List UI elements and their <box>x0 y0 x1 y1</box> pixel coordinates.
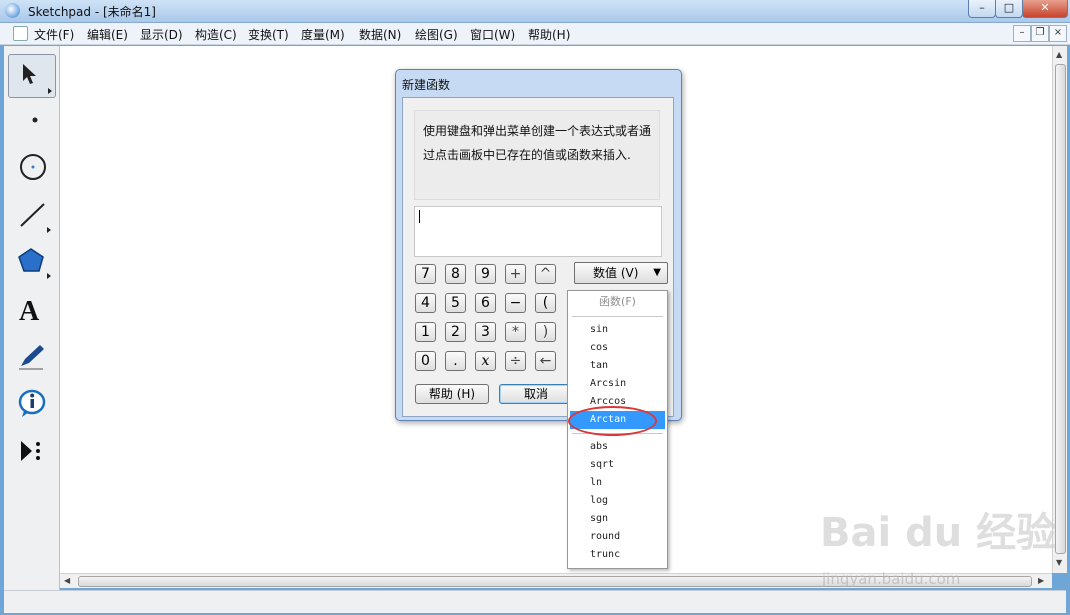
menu-help[interactable]: 帮助(H) <box>528 26 570 43</box>
menu-bar: 文件(F) 编辑(E) 显示(D) 构造(C) 变换(T) 度量(M) 数据(N… <box>0 23 1070 45</box>
cancel-button[interactable]: 取消 <box>499 384 573 404</box>
vertical-scroll-thumb[interactable] <box>1055 64 1066 554</box>
menu-item-sqrt[interactable]: sqrt <box>570 456 665 474</box>
key-plus[interactable]: + <box>505 264 526 284</box>
menu-item-ln[interactable]: ln <box>570 474 665 492</box>
menu-graph[interactable]: 绘图(G) <box>415 26 458 43</box>
key-divide[interactable]: ÷ <box>505 351 526 371</box>
scroll-right-arrow-icon[interactable]: ▶ <box>1038 576 1044 585</box>
maximize-button[interactable]: □ <box>995 0 1023 18</box>
values-dropdown[interactable]: 数值 (V) ▼ <box>574 262 668 284</box>
key-3[interactable]: 3 <box>475 322 496 342</box>
custom-tool-play-icon <box>21 441 40 461</box>
menu-item-trunc[interactable]: trunc <box>570 546 665 564</box>
key-0[interactable]: 0 <box>415 351 436 371</box>
point-icon <box>32 117 38 123</box>
key-x-variable[interactable]: x <box>475 351 496 371</box>
document-icon[interactable] <box>13 26 28 41</box>
line-segment-icon <box>20 203 45 227</box>
svg-text:A: A <box>19 296 40 326</box>
menu-item-abs[interactable]: abs <box>570 438 665 456</box>
minimize-button[interactable]: – <box>968 0 996 18</box>
expression-field[interactable] <box>414 206 662 257</box>
scroll-down-arrow-icon[interactable]: ▼ <box>1056 558 1062 567</box>
info-icon <box>18 389 46 417</box>
key-backspace[interactable]: ← <box>535 351 556 371</box>
menu-display[interactable]: 显示(D) <box>140 26 183 43</box>
polygon-icon <box>18 248 44 272</box>
key-open-paren[interactable]: ( <box>535 293 556 313</box>
toolbox: A <box>4 46 60 590</box>
key-close-paren[interactable]: ) <box>535 322 556 342</box>
key-6[interactable]: 6 <box>475 293 496 313</box>
circle-icon <box>20 154 46 180</box>
scroll-up-arrow-icon[interactable]: ▲ <box>1056 50 1062 59</box>
values-dropdown-label: 数值 (V) <box>593 266 639 280</box>
compass-tool[interactable] <box>8 146 54 188</box>
baidu-watermark-logo: Bai du 经验 <box>820 510 1057 556</box>
menu-transform[interactable]: 变换(T) <box>248 26 289 43</box>
sketchpad-app-icon <box>5 3 20 18</box>
key-power[interactable]: ^ <box>535 264 556 284</box>
menu-separator <box>572 316 663 317</box>
text-tool[interactable]: A <box>8 288 54 330</box>
menu-data[interactable]: 数据(N) <box>359 26 401 43</box>
doc-close-button[interactable]: × <box>1049 25 1067 42</box>
dialog-title: 新建函数 <box>402 78 451 92</box>
marker-tool[interactable] <box>8 336 54 378</box>
help-button[interactable]: 帮助 (H) <box>415 384 489 404</box>
menu-item-log[interactable]: log <box>570 492 665 510</box>
doc-minimize-button[interactable]: – <box>1013 25 1031 42</box>
menu-item-cos[interactable]: cos <box>570 339 665 357</box>
key-7[interactable]: 7 <box>415 264 436 284</box>
straightedge-tool[interactable] <box>8 194 54 236</box>
information-tool[interactable] <box>8 382 54 424</box>
key-8[interactable]: 8 <box>445 264 466 284</box>
custom-tools[interactable] <box>8 430 54 472</box>
selection-arrow-tool[interactable] <box>8 54 56 98</box>
functions-menu-header: 函数(F) <box>599 295 636 308</box>
key-decimal[interactable]: . <box>445 351 466 371</box>
window-title: Sketchpad - [未命名1] <box>28 5 156 19</box>
key-multiply[interactable]: * <box>505 322 526 342</box>
text-tool-icon: A <box>19 296 40 326</box>
point-tool[interactable] <box>8 100 54 142</box>
menu-file[interactable]: 文件(F) <box>34 26 74 43</box>
scroll-left-arrow-icon[interactable]: ◀ <box>64 576 70 585</box>
tool-menu-indicator <box>47 227 51 233</box>
key-minus[interactable]: − <box>505 293 526 313</box>
menu-item-arcsin[interactable]: Arcsin <box>570 375 665 393</box>
key-5[interactable]: 5 <box>445 293 466 313</box>
menu-item-sgn[interactable]: sgn <box>570 510 665 528</box>
menu-measure[interactable]: 度量(M) <box>301 26 345 43</box>
menu-edit[interactable]: 编辑(E) <box>87 26 128 43</box>
close-button[interactable]: ✕ <box>1022 0 1068 18</box>
polygon-tool[interactable] <box>8 240 54 282</box>
vertical-scrollbar[interactable]: ▲ ▼ <box>1052 46 1067 573</box>
instructions-text: 使用键盘和弹出菜单创建一个表达式或者通过点击画板中已存在的值或函数来插入. <box>414 110 660 200</box>
tool-menu-indicator <box>48 88 52 94</box>
menu-window[interactable]: 窗口(W) <box>470 26 515 43</box>
dropdown-arrow-icon: ▼ <box>653 267 661 278</box>
key-1[interactable]: 1 <box>415 322 436 342</box>
arrow-pointer-icon <box>23 64 36 84</box>
watermark-url: jingyan.baidu.com <box>822 570 961 588</box>
menu-item-tan[interactable]: tan <box>570 357 665 375</box>
tool-menu-indicator <box>47 273 51 279</box>
status-bar <box>4 590 1066 613</box>
key-2[interactable]: 2 <box>445 322 466 342</box>
title-bar: Sketchpad - [未命名1] – □ ✕ <box>0 0 1070 23</box>
menu-construct[interactable]: 构造(C) <box>195 26 237 43</box>
marker-pen-icon <box>19 345 44 370</box>
highlight-annotation-ring <box>568 406 657 436</box>
doc-restore-button[interactable]: ❐ <box>1031 25 1049 42</box>
menu-item-sin[interactable]: sin <box>570 321 665 339</box>
key-4[interactable]: 4 <box>415 293 436 313</box>
key-9[interactable]: 9 <box>475 264 496 284</box>
menu-item-round[interactable]: round <box>570 528 665 546</box>
text-caret <box>419 210 420 223</box>
